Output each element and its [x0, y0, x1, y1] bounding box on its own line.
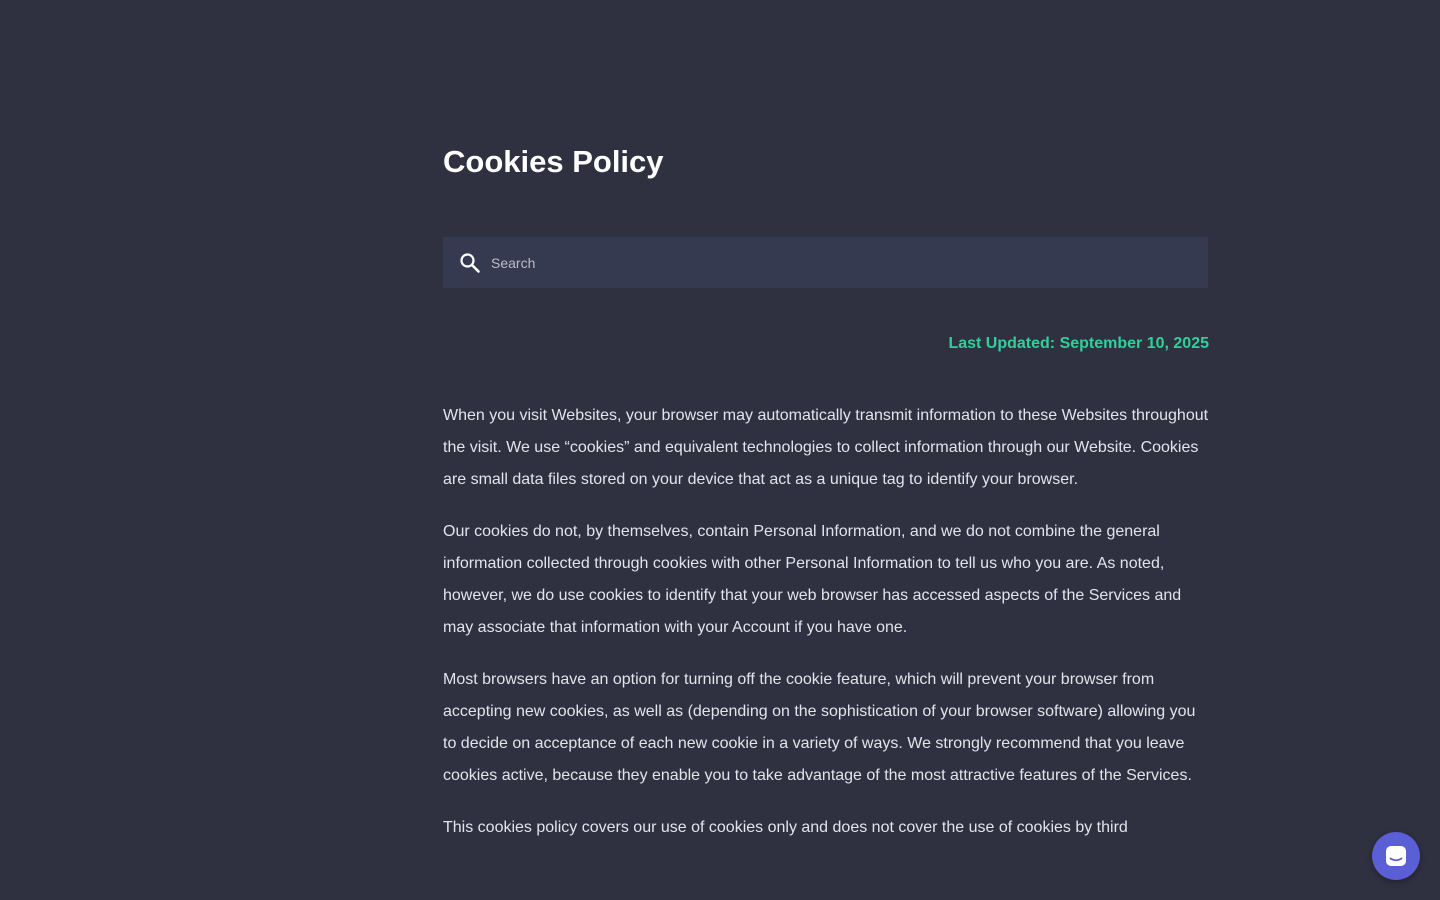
policy-paragraph: This cookies policy covers our use of co…	[443, 819, 1128, 836]
page: Cookies Policy Last Updated: September 1…	[0, 0, 1440, 900]
chat-launcher-button[interactable]	[1372, 832, 1420, 880]
page-title: Cookies Policy	[443, 144, 664, 179]
search-bar[interactable]	[443, 237, 1208, 288]
policy-paragraph: Our cookies do not, by themselves, conta…	[443, 523, 1182, 636]
search-icon	[458, 251, 482, 275]
policy-paragraph: Most browsers have an option for turning…	[443, 671, 1196, 784]
last-updated-date: Last Updated: September 10, 2025	[948, 335, 1209, 352]
policy-body: When you visit Websites, your browser ma…	[443, 400, 1209, 864]
chat-icon	[1386, 846, 1406, 866]
policy-paragraph: When you visit Websites, your browser ma…	[443, 407, 1209, 488]
search-input[interactable]	[491, 237, 1191, 288]
